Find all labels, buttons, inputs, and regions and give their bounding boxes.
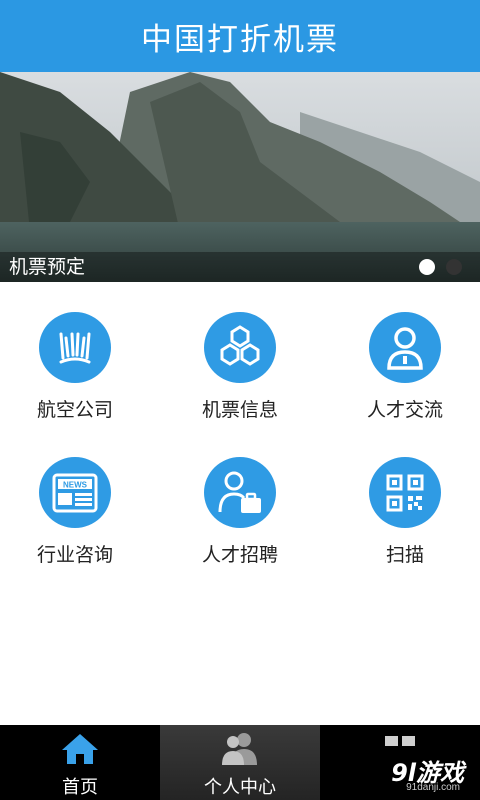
hexagons-icon [204, 312, 276, 383]
svg-text:NEWS: NEWS [63, 480, 88, 489]
person-icon [369, 312, 441, 383]
users-icon [219, 731, 261, 767]
banner-caption-bar: 机票预定 [0, 252, 480, 282]
menu-item-talent-exchange[interactable]: 人才交流 [330, 312, 480, 422]
banner-image [0, 72, 480, 282]
app-title-bar: 中国打折机票 [0, 0, 480, 72]
home-icon [60, 731, 100, 767]
page-title: 中国打折机票 [141, 21, 339, 58]
slide-indicator-1[interactable] [419, 259, 435, 275]
menu-item-label: 机票信息 [201, 399, 278, 421]
menu-item-airlines[interactable]: 航空公司 [0, 312, 150, 422]
menu-item-scan[interactable]: 扫描 [330, 457, 480, 567]
news-icon: NEWS [39, 457, 111, 528]
menu-item-label: 扫描 [385, 544, 424, 566]
banner-caption: 机票预定 [9, 256, 86, 278]
menu-item-label: 航空公司 [36, 399, 113, 421]
qr-code-icon [369, 457, 441, 528]
bottom-tab-bar: 首页 个人中心 9l游戏 91danji.com [0, 725, 480, 800]
airline-book-icon [39, 312, 111, 383]
tab-label: 个人中心 [204, 777, 276, 798]
tab-home[interactable]: 首页 [0, 725, 160, 800]
watermark-url: 91danji.com [406, 782, 460, 793]
site-watermark: 9l游戏 91danji.com [320, 725, 480, 800]
menu-item-label: 人才招聘 [201, 544, 278, 566]
slide-indicator-2[interactable] [446, 259, 462, 275]
menu-item-recruitment[interactable]: 人才招聘 [165, 457, 315, 567]
menu-item-industry-news[interactable]: NEWS 行业咨询 [0, 457, 150, 567]
banner-slider[interactable]: 机票预定 [0, 72, 480, 282]
menu-item-label: 人才交流 [366, 399, 443, 421]
tab-personal-center[interactable]: 个人中心 [160, 725, 320, 800]
tab-label: 首页 [62, 777, 98, 798]
recruit-icon [204, 457, 276, 528]
menu-item-label: 行业咨询 [36, 544, 113, 566]
menu-item-ticket-info[interactable]: 机票信息 [165, 312, 315, 422]
